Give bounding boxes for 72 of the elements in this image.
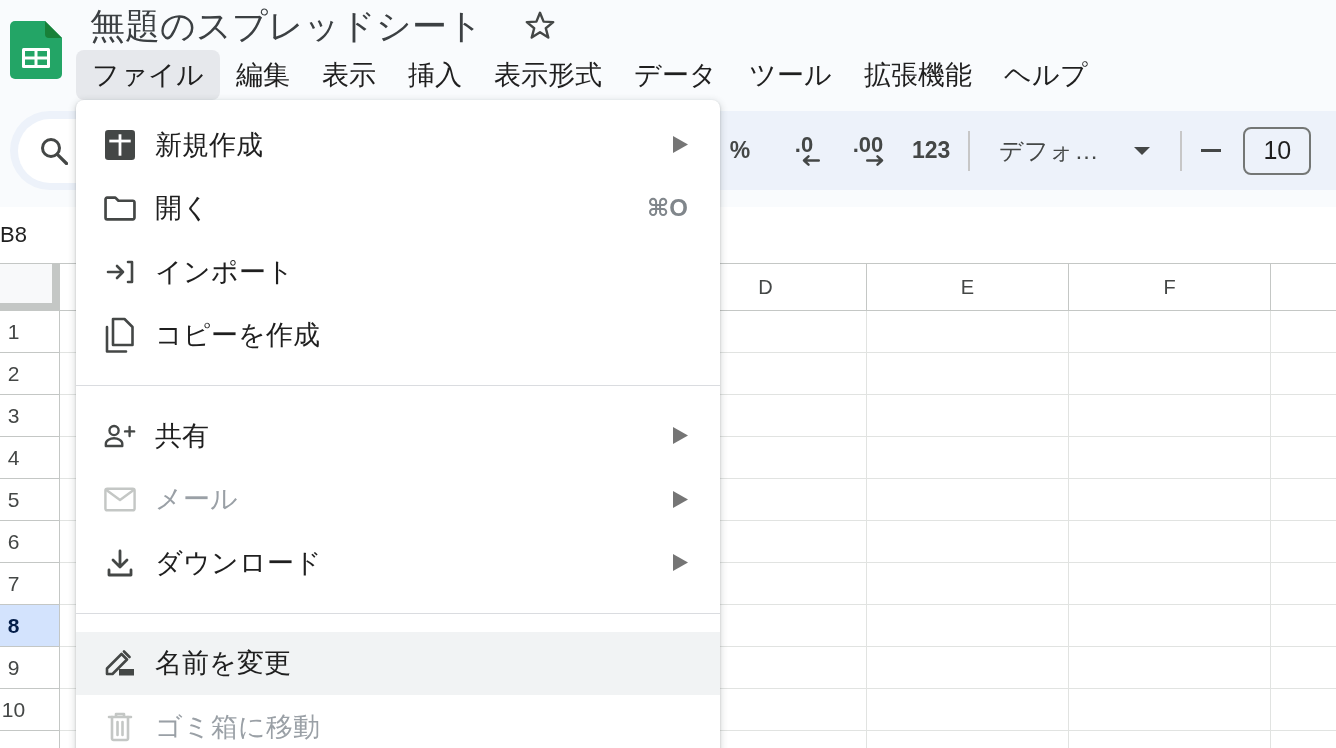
menu-button[interactable]: 拡張機能 <box>848 50 988 100</box>
grid-cell[interactable] <box>867 479 1069 521</box>
keyboard-shortcut: ⌘O <box>647 194 688 223</box>
font-dropdown[interactable]: デフォ… <box>984 124 1167 177</box>
menu-button[interactable]: ツール <box>733 50 848 100</box>
caret-icon <box>1134 146 1151 155</box>
menu-button[interactable]: データ <box>618 50 733 100</box>
menu-button[interactable]: 挿入 <box>392 50 478 100</box>
pencil-icon <box>105 650 135 677</box>
menu-item[interactable]: 共有 <box>76 404 720 468</box>
document-title[interactable]: 無題のスプレッドシート <box>90 7 483 43</box>
decrease-decimal-button[interactable]: .0 <box>782 126 826 175</box>
grid-cell[interactable] <box>1069 563 1271 605</box>
grid-cell[interactable] <box>1069 311 1271 353</box>
column-header[interactable]: E <box>867 264 1069 310</box>
minus-icon <box>1201 149 1222 152</box>
row-header[interactable]: 7 <box>0 563 60 605</box>
trash-icon <box>107 711 133 742</box>
toolbar-button[interactable]: % <box>720 126 760 175</box>
search-icon <box>40 136 68 165</box>
select-all-corner[interactable] <box>0 264 60 310</box>
arrow-right-bracket-icon <box>106 259 134 284</box>
download-icon <box>107 548 133 577</box>
cell-reference-field[interactable]: B8 <box>0 222 27 248</box>
copy-icon <box>105 316 135 354</box>
grid-cell[interactable] <box>1069 605 1271 647</box>
grid-cell[interactable] <box>1069 437 1271 479</box>
arrow-right-icon <box>866 155 884 166</box>
column-header[interactable]: F <box>1069 264 1271 310</box>
folder-icon <box>104 195 136 221</box>
menu-button[interactable]: ヘルプ <box>988 50 1104 100</box>
row-header[interactable]: 9 <box>0 647 60 689</box>
grid-cell[interactable] <box>867 437 1069 479</box>
menu-button[interactable]: 表示形式 <box>478 50 618 100</box>
grid-cell[interactable] <box>867 395 1069 437</box>
menu-item[interactable]: 開く ⌘O <box>76 176 720 240</box>
envelope-icon <box>104 486 136 512</box>
row-header[interactable]: 3 <box>0 395 60 437</box>
grid-cell[interactable] <box>867 311 1069 353</box>
row-header[interactable]: 4 <box>0 437 60 479</box>
grid-cell[interactable] <box>867 689 1069 731</box>
grid-cell[interactable] <box>867 353 1069 395</box>
font-size-field[interactable]: 10 <box>1243 126 1312 175</box>
grid-cell[interactable] <box>1069 479 1271 521</box>
row-header[interactable]: 1 <box>0 311 60 353</box>
grid-cell[interactable] <box>867 647 1069 689</box>
star-icon[interactable] <box>525 10 555 40</box>
grid-cell[interactable] <box>1069 353 1271 395</box>
grid-cell[interactable] <box>1069 395 1271 437</box>
menu-button[interactable]: 編集 <box>220 50 306 100</box>
row-header[interactable]: 5 <box>0 479 60 521</box>
menu-item[interactable]: 新規作成 <box>76 113 720 177</box>
grid-cell[interactable] <box>867 563 1069 605</box>
row-header[interactable]: 10 <box>0 689 60 731</box>
menu-button[interactable]: 表示 <box>306 50 392 100</box>
grid-cell[interactable] <box>867 605 1069 647</box>
grid-cell[interactable] <box>1069 647 1271 689</box>
table-square-icon <box>105 129 135 160</box>
row-header[interactable]: 6 <box>0 521 60 563</box>
person-plus-icon <box>104 422 136 449</box>
grid-cell[interactable] <box>1069 689 1271 731</box>
grid-cell[interactable] <box>1069 521 1271 563</box>
increase-decimal-button[interactable]: .00 <box>846 126 890 175</box>
row-header[interactable]: 8 <box>0 605 60 647</box>
grid-cell[interactable] <box>867 521 1069 563</box>
spreadsheet-logo-icon[interactable] <box>10 21 62 79</box>
menu-item[interactable]: ダウンロード <box>76 531 720 595</box>
row-header[interactable]: 2 <box>0 353 60 395</box>
toolbar-button[interactable]: 123 <box>908 126 955 175</box>
arrow-left-icon <box>802 155 820 166</box>
menu-button[interactable]: ファイル <box>76 50 220 100</box>
menu-item[interactable]: 名前を変更 <box>76 631 720 695</box>
